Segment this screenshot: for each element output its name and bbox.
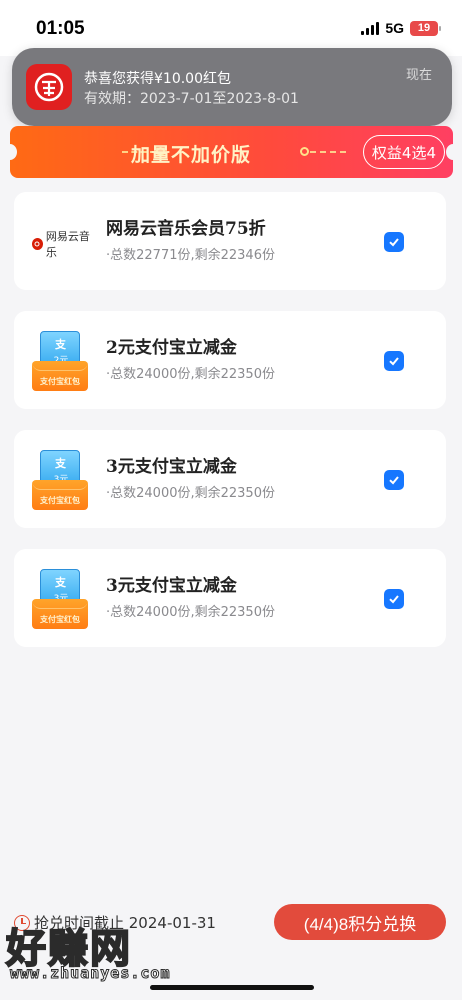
notification-subtitle: 有效期：2023-7-01至2023-8-01 xyxy=(84,91,299,107)
benefit-title: 2元支付宝立减金 xyxy=(106,338,237,358)
banner-deco-line-right xyxy=(310,151,346,153)
redeem-button[interactable]: (4/4)8积分兑换 xyxy=(274,904,446,940)
benefit-card[interactable]: 支 3元 支付宝红包 3元支付宝立减金 ·总数24000份,剩余22350份 xyxy=(14,549,446,647)
notification-title: 恭喜您获得¥10.00红包 xyxy=(84,71,231,87)
alipay-icon: 支 xyxy=(55,338,66,351)
alipay-red-envelope-icon: 支 2元 支付宝红包 xyxy=(32,331,96,395)
checkbox-checked-icon[interactable] xyxy=(384,232,404,252)
red-envelope-icon xyxy=(26,64,72,110)
checkbox-checked-icon[interactable] xyxy=(384,470,404,490)
benefit-card[interactable]: 支 3元 支付宝红包 3元支付宝立减金 ·总数24000份,剩余22350份 xyxy=(14,430,446,528)
alipay-red-envelope-icon: 支 3元 支付宝红包 xyxy=(32,450,96,514)
signal-icon xyxy=(361,21,380,35)
alipay-envelope-label: 支付宝红包 xyxy=(40,615,80,624)
benefit-stock: ·总数24000份,剩余22350份 xyxy=(106,605,275,620)
clock-icon xyxy=(14,914,30,931)
notification-time: 现在 xyxy=(405,68,432,83)
benefit-card[interactable]: 支 2元 支付宝红包 2元支付宝立减金 ·总数24000份,剩余22350份 xyxy=(14,311,446,409)
network-label: 5G xyxy=(385,20,404,36)
banner-notch-left xyxy=(10,144,17,160)
benefit-title: 网易云音乐会员75折 xyxy=(106,219,266,239)
netease-music-logo: 网易云音乐 xyxy=(32,212,96,276)
benefit-stock: ·总数22771份,剩余22346份 xyxy=(106,248,275,263)
promo-banner: 加量不加价版 权益4选4 xyxy=(10,126,453,178)
checkbox-checked-icon[interactable] xyxy=(384,351,404,371)
netease-music-icon xyxy=(32,238,43,250)
benefit-title: 3元支付宝立减金 xyxy=(106,576,237,596)
watermark-url: www.zhuanyes.com xyxy=(10,964,171,983)
benefit-stock: ·总数24000份,剩余22350份 xyxy=(106,486,275,501)
benefit-count-badge: 权益4选4 xyxy=(362,135,445,169)
netease-logo-text: 网易云音乐 xyxy=(45,230,90,259)
alipay-envelope-label: 支付宝红包 xyxy=(40,496,80,505)
benefit-card[interactable]: 网易云音乐 网易云音乐会员75折 ·总数22771份,剩余22346份 xyxy=(14,192,446,290)
alipay-icon: 支 xyxy=(55,457,66,470)
home-indicator[interactable] xyxy=(150,985,314,990)
redeem-deadline: 抢兑时间截止 2024-01-31 xyxy=(14,912,216,933)
checkbox-checked-icon[interactable] xyxy=(384,589,404,609)
alipay-red-envelope-icon: 支 3元 支付宝红包 xyxy=(32,569,96,633)
status-time: 01:05 xyxy=(36,18,85,39)
benefit-stock: ·总数24000份,剩余22350份 xyxy=(106,367,275,382)
notification-banner[interactable]: 恭喜您获得¥10.00红包 有效期：2023-7-01至2023-8-01 现在 xyxy=(12,48,452,126)
benefit-title: 3元支付宝立减金 xyxy=(106,457,237,477)
alipay-envelope-label: 支付宝红包 xyxy=(40,377,80,386)
deadline-text: 抢兑时间截止 2024-01-31 xyxy=(34,914,216,932)
promo-title: 加量不加价版 xyxy=(130,144,251,166)
battery-icon: 19 xyxy=(410,20,441,36)
alipay-icon: 支 xyxy=(55,576,66,589)
banner-notch-right xyxy=(446,144,453,160)
status-indicators: 5G 19 xyxy=(361,20,441,36)
